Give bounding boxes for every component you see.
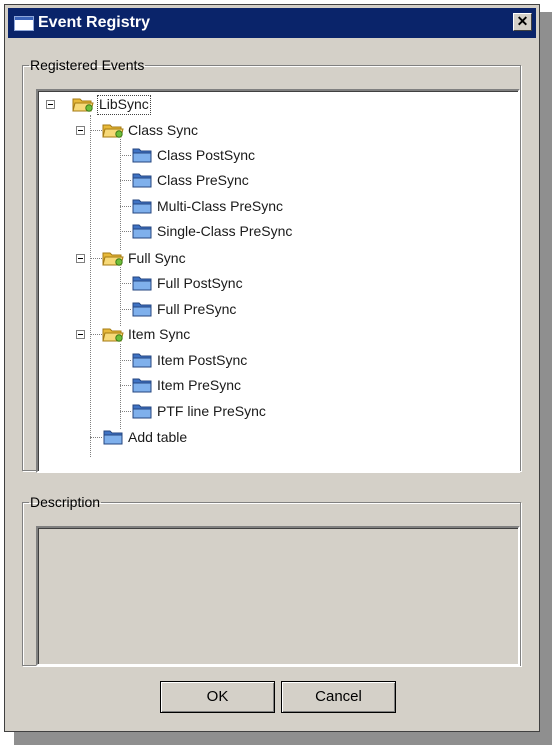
event-folder-icon [131, 376, 153, 394]
folder-open-icon [72, 95, 94, 113]
events-tree[interactable]: LibSync Class Sync Class PostSync Class Pre… [36, 89, 520, 473]
description-box [36, 526, 520, 666]
registered-events-group: Registered Events LibSync Class Sync Class… [22, 57, 521, 473]
tree-connector [120, 385, 131, 386]
tree-item-label[interactable]: Class Sync [127, 121, 199, 139]
window-title: Event Registry [38, 14, 151, 31]
event-folder-icon [131, 300, 153, 318]
close-button[interactable]: ✕ [513, 13, 532, 31]
event-registry-dialog: Event Registry ✕ Registered Events LibSy… [4, 4, 540, 732]
event-folder-icon [131, 222, 153, 240]
tree-item-label[interactable]: LibSync [97, 95, 151, 115]
tree-item-label[interactable]: Multi-Class PreSync [156, 197, 284, 215]
description-legend: Description [30, 494, 101, 510]
tree-item-label[interactable]: Item Sync [127, 325, 191, 343]
event-folder-icon [131, 197, 153, 215]
tree-connector [120, 360, 131, 361]
event-folder-icon [131, 274, 153, 292]
tree-connector [90, 130, 102, 131]
title-bar[interactable]: Event Registry ✕ [8, 8, 536, 38]
tree-item-label[interactable]: Item PostSync [156, 351, 248, 369]
tree-connector [90, 334, 102, 335]
tree-connector [120, 267, 121, 326]
tree-item-label[interactable]: Add table [127, 428, 188, 446]
event-folder-icon [131, 351, 153, 369]
folder-open-icon [102, 249, 124, 267]
tree-connector [120, 411, 131, 412]
tree-connector [90, 437, 102, 438]
event-folder-icon [102, 428, 124, 446]
folder-open-icon [102, 325, 124, 343]
tree-connector [120, 231, 131, 232]
tree-item-label[interactable]: Class PostSync [156, 146, 256, 164]
tree-item-label[interactable]: Full PreSync [156, 300, 237, 318]
tree-item-label[interactable]: Full Sync [127, 249, 187, 267]
tree-connector [120, 344, 121, 429]
close-icon: ✕ [516, 13, 529, 29]
tree-item-label[interactable]: Single-Class PreSync [156, 222, 293, 240]
collapse-toggle-icon[interactable] [46, 100, 55, 109]
tree-connector [120, 206, 131, 207]
tree-connector [90, 258, 102, 259]
collapse-toggle-icon[interactable] [76, 330, 85, 339]
event-folder-icon [131, 171, 153, 189]
collapse-toggle-icon[interactable] [76, 126, 85, 135]
collapse-toggle-icon[interactable] [76, 254, 85, 263]
tree-connector [120, 155, 131, 156]
tree-item-label[interactable]: PTF line PreSync [156, 402, 267, 420]
tree-connector [120, 283, 131, 284]
tree-item-label[interactable]: Item PreSync [156, 376, 242, 394]
folder-open-icon [102, 121, 124, 139]
tree-item-label[interactable]: Class PreSync [156, 171, 250, 189]
tree-connector [90, 115, 91, 457]
description-group: Description [22, 494, 521, 666]
tree-connector [120, 309, 131, 310]
window-icon [14, 16, 34, 31]
registered-events-legend: Registered Events [30, 57, 145, 73]
tree-item-label[interactable]: Full PostSync [156, 274, 244, 292]
tree-connector [120, 180, 131, 181]
event-folder-icon [131, 402, 153, 420]
event-folder-icon [131, 146, 153, 164]
ok-button[interactable]: OK [160, 681, 275, 713]
cancel-button[interactable]: Cancel [281, 681, 396, 713]
